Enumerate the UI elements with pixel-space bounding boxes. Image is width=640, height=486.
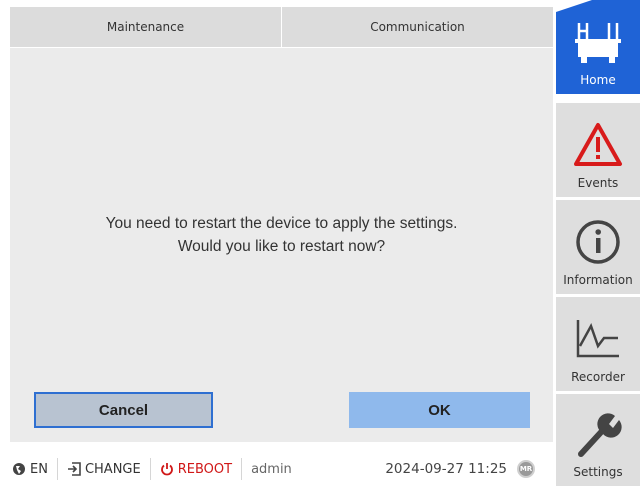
tab-label: Maintenance [106,20,185,34]
tab-maintenance[interactable]: Maintenance [10,7,282,47]
corner-notch [556,0,592,12]
status-bar: EN CHANGE REBOOT admin 2024-09-27 11:25 … [0,452,553,486]
datetime: 2024-09-27 11:25 [385,461,507,477]
change-button[interactable]: CHANGE [58,458,151,480]
dialog-message-line-1: You need to restart the device to apply … [105,215,458,232]
login-icon [67,462,81,476]
tab-label: Communication [370,20,465,34]
nav-label-information: Information [563,273,633,287]
nav-item-settings[interactable]: Settings [556,394,640,486]
dialog-message-line-2: Would you like to restart now? [177,238,386,255]
nav-item-home[interactable]: Home [556,0,640,94]
language-label: EN [30,461,48,477]
reboot-label: REBOOT [177,461,233,477]
info-icon [573,217,623,267]
reboot-button[interactable]: REBOOT [151,458,243,480]
globe-icon [13,463,25,475]
tab-bar: Maintenance Communication [10,7,553,47]
ok-button[interactable]: OK [349,392,530,428]
user-label: admin [251,461,292,477]
restart-dialog: You need to restart the device to apply … [10,48,553,442]
wrench-icon [573,409,623,459]
transformer-icon [573,17,623,67]
chart-icon [573,314,623,364]
nav-item-events[interactable]: Events [556,103,640,197]
tab-communication[interactable]: Communication [282,7,553,47]
side-navigation: Home Events Information Recorder Setting… [556,0,640,486]
change-label: CHANGE [84,461,141,477]
dialog-message: You need to restart the device to apply … [10,212,553,258]
nav-label-events: Events [577,176,619,190]
warning-icon [573,120,623,170]
nav-label-home: Home [580,73,616,87]
cancel-button[interactable]: Cancel [34,392,213,428]
nav-item-recorder[interactable]: Recorder [556,297,640,391]
nav-label-settings: Settings [573,465,623,479]
mr-logo: MR [517,460,535,478]
power-icon [160,463,173,476]
language-selector[interactable]: EN [0,458,58,480]
current-user: admin [242,458,301,480]
nav-item-information[interactable]: Information [556,200,640,294]
nav-label-recorder: Recorder [571,370,625,384]
